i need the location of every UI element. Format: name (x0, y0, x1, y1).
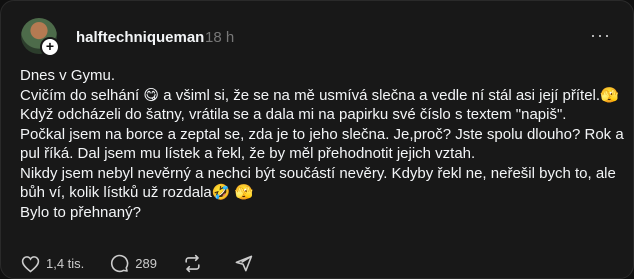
post-text-line: Bylo to přehnaný? (20, 203, 141, 221)
post-text-line: Počkal jsem na borce a zeptal se, zda je… (20, 125, 624, 143)
comment-count: 289 (135, 256, 157, 271)
repost-icon (185, 254, 200, 273)
username[interactable]: halftechniqueman (76, 29, 204, 46)
like-button[interactable]: 1,4 tis. (21, 255, 84, 273)
post-text-line: Dnes v Gymu. (20, 67, 116, 84)
repost-button[interactable] (183, 254, 208, 273)
post-text-line: pul říká. Dal jsem mu lístek a řekl, že … (20, 145, 476, 162)
post-text: Dnes v Gymu. Cvičím do selhání 😋 a všiml… (20, 66, 624, 222)
action-bar: 1,4 tis. 289 (21, 254, 285, 273)
comment-bubble-icon (111, 254, 129, 273)
post-text-line: bůh ví, kolik lístků už rozdala🤣 🫣 (20, 184, 254, 201)
avatar-container[interactable]: + (21, 18, 60, 57)
share-send-icon (235, 255, 253, 272)
heart-icon (21, 255, 40, 273)
share-button[interactable] (234, 254, 259, 273)
follow-plus-icon[interactable]: + (40, 37, 60, 57)
comment-button[interactable]: 289 (110, 254, 157, 273)
more-dots-icon[interactable]: ··· (590, 25, 611, 46)
post-text-line: Když odcházeli do šatny, vrátila se a da… (20, 106, 567, 123)
post-timestamp[interactable]: 18 h (205, 29, 234, 46)
like-count: 1,4 tis. (46, 256, 85, 271)
post-text-line: Nikdy jsem nebyl nevěrný a nechci být so… (20, 164, 616, 182)
post-text-line: Cvičím do selhání 😋 a všiml si, že se na… (20, 86, 619, 104)
thread-post: + halftechniqueman 18 h ··· Dnes v Gymu.… (0, 0, 634, 279)
